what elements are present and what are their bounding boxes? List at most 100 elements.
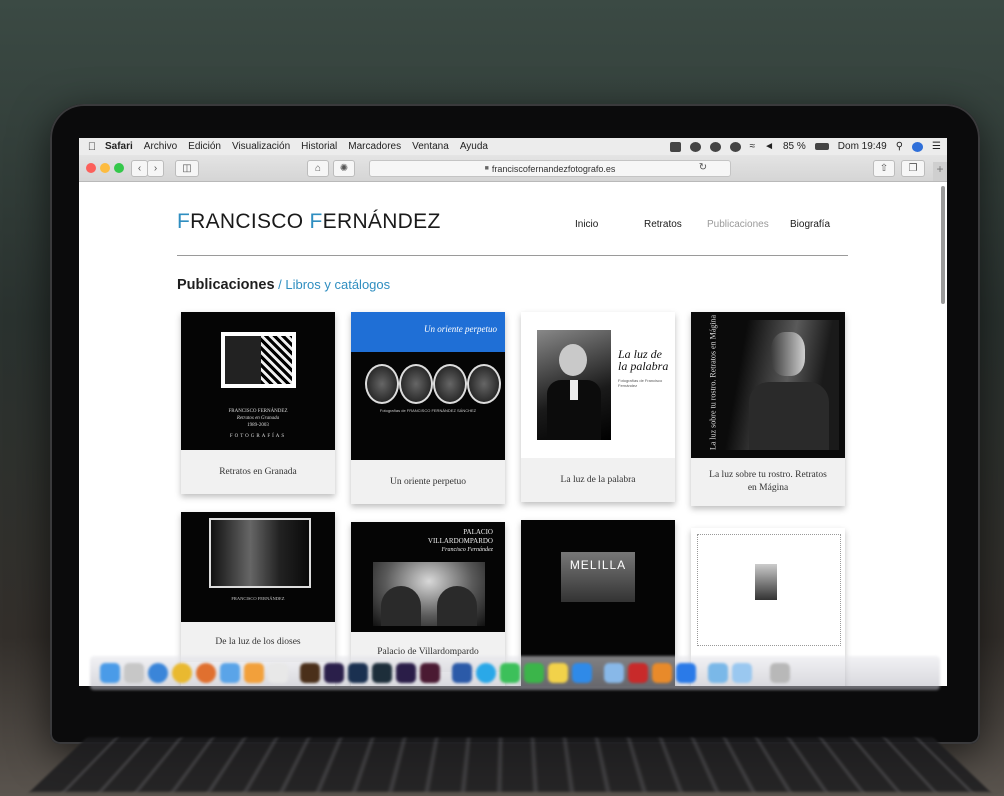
downloads-icon[interactable] bbox=[732, 663, 752, 683]
page-scrollbar[interactable] bbox=[941, 186, 945, 304]
forward-button[interactable]: › bbox=[147, 160, 164, 177]
utility-icon[interactable] bbox=[676, 663, 696, 683]
status-area: ≈ ◄ 85 % Dom 19:49 ⚲ ☰ bbox=[669, 138, 941, 155]
close-window-button[interactable] bbox=[86, 163, 96, 173]
photoshop-icon[interactable] bbox=[348, 663, 368, 683]
aftereffects-icon[interactable] bbox=[396, 663, 416, 683]
skype-icon[interactable] bbox=[476, 663, 496, 683]
word-icon[interactable] bbox=[452, 663, 472, 683]
address-bar[interactable]: ■ franciscofernandezfotografo.es bbox=[369, 160, 731, 177]
book-caption: Retratos en Granada bbox=[181, 450, 335, 494]
extension-icon[interactable]: ✺ bbox=[333, 160, 355, 177]
cover-title: La luz de la palabra bbox=[618, 347, 669, 373]
site-logo[interactable]: FRANCISCO FERNÁNDEZ bbox=[177, 210, 441, 234]
book-card[interactable]: Un oriente perpetuo Fotografías de FRANC… bbox=[351, 312, 505, 504]
cover-footer: Fotografías de FRANCISCO FERNÁNDEZ SÁNCH… bbox=[379, 408, 477, 413]
bluetooth-icon[interactable] bbox=[729, 141, 741, 152]
menu-edicion[interactable]: Edición bbox=[188, 141, 221, 152]
address-url: franciscofernandezfotografo.es bbox=[491, 163, 616, 174]
menu-bar:  Safari Archivo Edición Visualización H… bbox=[79, 138, 947, 155]
logo-initial-first: F bbox=[177, 210, 191, 233]
globe-icon[interactable] bbox=[689, 141, 701, 152]
menu-ayuda[interactable]: Ayuda bbox=[460, 141, 488, 152]
keyboard bbox=[29, 737, 991, 792]
share-button[interactable]: ⇧ bbox=[873, 160, 895, 177]
tabs-overview-button[interactable]: ❐ bbox=[901, 160, 925, 177]
home-button[interactable]: ⌂ bbox=[307, 160, 329, 177]
nav-inicio[interactable]: Inicio bbox=[575, 219, 598, 230]
siri-icon[interactable] bbox=[912, 141, 924, 152]
cover-photo-frame bbox=[221, 332, 296, 388]
messages-icon[interactable] bbox=[500, 663, 520, 683]
illustrator-icon[interactable] bbox=[300, 663, 320, 683]
web-page: FRANCISCO FERNÁNDEZ Inicio Retratos Publ… bbox=[79, 182, 947, 686]
dock bbox=[90, 656, 940, 690]
book-cover: La luz de la palabra Fotografías de Fran… bbox=[521, 312, 675, 458]
launchpad-icon[interactable] bbox=[124, 663, 144, 683]
indesign-icon[interactable] bbox=[420, 663, 440, 683]
acrobat-icon[interactable] bbox=[628, 663, 648, 683]
finder-icon[interactable] bbox=[100, 663, 120, 683]
menu-visualizacion[interactable]: Visualización bbox=[232, 141, 290, 152]
page-title-text: Publicaciones bbox=[177, 277, 275, 293]
book-card[interactable]: La luz de la palabra Fotografías de Fran… bbox=[521, 312, 675, 502]
apple-menu-icon[interactable]:  bbox=[79, 141, 105, 153]
menu-historial[interactable]: Historial bbox=[301, 141, 337, 152]
minimize-window-button[interactable] bbox=[100, 163, 110, 173]
cover-subtitle: Fotografías de Francisco Fernández bbox=[618, 378, 663, 388]
notification-center-icon[interactable]: ☰ bbox=[932, 141, 941, 152]
spotlight-icon[interactable]: ⚲ bbox=[896, 141, 903, 152]
wifi-icon[interactable]: ≈ bbox=[750, 141, 756, 152]
nav-retratos[interactable]: Retratos bbox=[644, 219, 682, 230]
menu-app[interactable]: Safari bbox=[105, 141, 133, 152]
book-caption: La luz sobre tu rostro. Retratos en Mági… bbox=[691, 458, 845, 506]
screen:  Safari Archivo Edición Visualización H… bbox=[79, 138, 947, 686]
time-machine-icon[interactable] bbox=[709, 141, 721, 152]
menu-ventana[interactable]: Ventana bbox=[412, 141, 449, 152]
reload-icon[interactable]: ↻ bbox=[695, 160, 711, 175]
nav-publicaciones[interactable]: Publicaciones bbox=[707, 219, 769, 230]
preview-icon[interactable] bbox=[604, 663, 624, 683]
battery-percent[interactable]: 85 % bbox=[783, 141, 806, 152]
logo-first-name: RANCISCO bbox=[190, 210, 310, 233]
menu-archivo[interactable]: Archivo bbox=[144, 141, 177, 152]
calendar-icon[interactable] bbox=[268, 663, 288, 683]
book-card[interactable]: FRANCISCO FERNÁNDEZ Retratos en Granada … bbox=[181, 312, 335, 494]
cover-photo-arches bbox=[373, 562, 485, 626]
logo-last-name: ERNÁNDEZ bbox=[322, 210, 441, 233]
new-tab-button[interactable]: + bbox=[933, 162, 947, 181]
battery-icon[interactable] bbox=[814, 143, 829, 150]
firefox-icon[interactable] bbox=[196, 663, 216, 683]
lightroom-icon[interactable] bbox=[372, 663, 392, 683]
cover-title: MELILLA bbox=[569, 558, 627, 572]
book-caption: La luz de la palabra bbox=[521, 458, 675, 502]
clock[interactable]: Dom 19:49 bbox=[838, 141, 887, 152]
cover-subtitle: VILLARDOMPARDO bbox=[427, 537, 493, 545]
page-subtitle[interactable]: / Libros y catálogos bbox=[275, 277, 390, 292]
notes-icon[interactable] bbox=[548, 663, 568, 683]
cover-blue-band: Un oriente perpetuo bbox=[351, 312, 505, 352]
folder-icon[interactable] bbox=[708, 663, 728, 683]
facetime-icon[interactable] bbox=[524, 663, 544, 683]
app-store-icon[interactable] bbox=[572, 663, 592, 683]
trash-icon[interactable] bbox=[770, 663, 790, 683]
nav-biografia[interactable]: Biografía bbox=[790, 219, 830, 230]
cover-title: FRANCISCO FERNÁNDEZ bbox=[231, 596, 285, 601]
vlc-icon[interactable] bbox=[652, 663, 672, 683]
mail-icon[interactable] bbox=[220, 663, 240, 683]
back-button[interactable]: ‹ bbox=[131, 160, 148, 177]
safari-icon[interactable] bbox=[148, 663, 168, 683]
volume-icon[interactable]: ◄ bbox=[764, 141, 774, 152]
photos-icon[interactable] bbox=[244, 663, 264, 683]
lock-icon: ■ bbox=[484, 165, 489, 172]
sidebar-button[interactable]: ◫ bbox=[175, 160, 199, 177]
header-divider bbox=[177, 255, 848, 256]
premiere-icon[interactable] bbox=[324, 663, 344, 683]
book-cover: FRANCISCO FERNÁNDEZ bbox=[181, 512, 335, 622]
cover-title: La luz sobre tu rostro. Retratos en Mági… bbox=[708, 314, 718, 451]
zoom-window-button[interactable] bbox=[114, 163, 124, 173]
book-card[interactable]: La luz sobre tu rostro. Retratos en Mági… bbox=[691, 312, 845, 506]
chrome-icon[interactable] bbox=[172, 663, 192, 683]
menu-marcadores[interactable]: Marcadores bbox=[348, 141, 401, 152]
tray-app-icon[interactable] bbox=[669, 141, 681, 152]
